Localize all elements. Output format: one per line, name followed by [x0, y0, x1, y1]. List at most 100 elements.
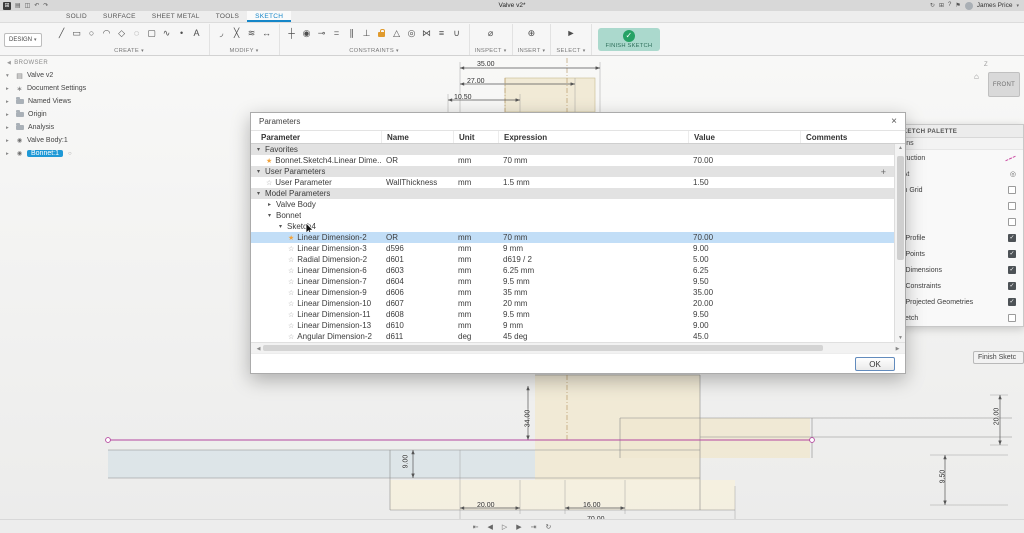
measure-icon[interactable]: ⌀ [484, 26, 498, 41]
tab-sheet-metal[interactable]: SHEET METAL [144, 11, 208, 22]
file-icon[interactable]: ▤ [15, 2, 21, 10]
ellipse-icon[interactable]: ◌ [130, 26, 144, 41]
caret-down-icon[interactable]: ▾ [6, 73, 12, 79]
design-canvas[interactable]: 35.00 27.00 10.50 34.00 9.00 20.00 16.00… [0, 56, 1024, 519]
toolbar-group-label-create[interactable]: CREATE▾ [114, 48, 144, 54]
sketch-dimension-icon[interactable]: ↔ [260, 26, 274, 41]
star-icon[interactable]: ☆ [288, 278, 294, 286]
line-icon[interactable]: ╱ [55, 26, 69, 41]
star-icon[interactable]: ☆ [288, 333, 294, 341]
horizontal-scrollbar[interactable]: ◀ ▶ [251, 342, 905, 353]
parameter-row[interactable]: ☆Linear Dimension-3d596mm9 mm9.00 [251, 243, 894, 254]
caret-right-icon[interactable]: ▸ [6, 125, 12, 131]
sketch-grid-checkbox[interactable] [1008, 186, 1016, 194]
parameter-row[interactable]: ★Linear Dimension-2ORmm70 mm70.00 [251, 232, 894, 243]
toolbar-group-label-constraints[interactable]: CONSTRAINTS▾ [349, 48, 399, 54]
slot-icon[interactable]: ▢ [145, 26, 159, 41]
show-points-checkbox[interactable]: ✓ [1008, 250, 1016, 258]
caret-right-icon[interactable]: ▸ [6, 99, 12, 105]
redo-icon[interactable]: ↷ [43, 2, 48, 10]
3d-sketch-checkbox[interactable] [1008, 314, 1016, 322]
spline-icon[interactable]: ∿ [160, 26, 174, 41]
select-cursor-icon[interactable]: ► [564, 26, 578, 41]
user-avatar[interactable] [965, 2, 973, 10]
timeline-play-icon[interactable]: ▷ [502, 523, 507, 531]
caret-down-icon[interactable]: ▾ [255, 190, 262, 197]
browser-item-named-views[interactable]: ▸Named Views [2, 95, 112, 108]
tab-solid[interactable]: SOLID [58, 11, 95, 22]
tab-tools[interactable]: TOOLS [208, 11, 247, 22]
home-icon[interactable]: ⌂ [974, 72, 979, 81]
arc-icon[interactable]: ◠ [100, 26, 114, 41]
polygon-icon[interactable]: ◇ [115, 26, 129, 41]
star-filled-icon[interactable]: ★ [266, 157, 272, 165]
viewcube-front-face[interactable]: FRONT [993, 82, 1015, 88]
dimension-label[interactable]: 20.00 [477, 502, 495, 509]
close-icon[interactable]: × [891, 116, 897, 127]
extensions-icon[interactable]: ⊞ [939, 2, 944, 9]
dimension-label[interactable]: 35.00 [477, 61, 495, 68]
toolbar-group-label-modify[interactable]: MODIFY▾ [229, 48, 258, 54]
parameter-row[interactable]: ☆Linear Dimension-10d607mm20 mm20.00 [251, 298, 894, 309]
parameter-row[interactable]: ▸Valve Body [251, 199, 894, 210]
star-icon[interactable]: ☆ [288, 256, 294, 264]
browser-item-valve-v2[interactable]: ▾▤Valve v2 [2, 69, 112, 82]
curvature-icon[interactable]: ∪ [450, 26, 464, 41]
caret-down-icon[interactable]: ▾ [266, 212, 273, 219]
horizontal-scrollbar-thumb[interactable] [263, 345, 823, 351]
timeline-skip-end-icon[interactable]: ⇥ [531, 523, 537, 531]
parameter-row[interactable]: ▾Favorites [251, 144, 894, 155]
midpoint-icon[interactable]: △ [390, 26, 404, 41]
document-title[interactable]: Valve v2* [0, 2, 1024, 9]
browser-item-valve-body-1[interactable]: ▸◉Valve Body:1 [2, 134, 112, 147]
parameter-row[interactable]: ☆Angular Dimension-2d611deg45 deg45.0 [251, 331, 894, 342]
browser-item-origin[interactable]: ▸Origin [2, 108, 112, 121]
column-name[interactable]: Name [381, 131, 453, 143]
parameter-row[interactable]: ☆Linear Dimension-13d610mm9 mm9.00 [251, 320, 894, 331]
caret-right-icon[interactable]: ▸ [6, 112, 12, 118]
parameter-row[interactable]: ▾User Parameters+ [251, 166, 894, 177]
parameter-row[interactable]: ▾Bonnet [251, 210, 894, 221]
caret-right-icon[interactable]: ▸ [6, 86, 12, 92]
parameter-row[interactable]: ▾Sketch4 [251, 221, 894, 232]
symmetry-icon[interactable]: ⋈ [420, 26, 434, 41]
dimension-label[interactable]: 10.50 [454, 94, 472, 101]
vertical-scrollbar[interactable]: ▲ ▼ [894, 144, 905, 342]
insert-icon[interactable]: ⊕ [524, 26, 538, 41]
dimension-label[interactable]: 9.00 [402, 455, 409, 469]
toolbar-group-label-inspect[interactable]: INSPECT▾ [475, 48, 507, 54]
caret-right-icon[interactable]: ▸ [6, 151, 12, 157]
parameter-row[interactable]: ☆Linear Dimension-7d604mm9.5 mm9.50 [251, 276, 894, 287]
star-filled-icon[interactable]: ★ [288, 234, 294, 242]
timeline-step-back-icon[interactable]: ◀ [487, 523, 492, 531]
show-dimensions-checkbox[interactable]: ✓ [1008, 266, 1016, 274]
column-value[interactable]: Value [688, 131, 800, 143]
text-icon[interactable]: A [190, 26, 204, 41]
snap-checkbox[interactable] [1008, 202, 1016, 210]
trim-icon[interactable]: ╳ [230, 26, 244, 41]
caret-down-icon[interactable]: ▾ [255, 168, 262, 175]
dimension-label[interactable]: 20.00 [993, 408, 1000, 426]
column-unit[interactable]: Unit [453, 131, 498, 143]
caret-down-icon[interactable]: ▾ [255, 146, 262, 153]
star-icon[interactable]: ☆ [288, 322, 294, 330]
collinear-icon[interactable]: ≡ [435, 26, 449, 41]
equal-icon[interactable]: = [330, 26, 344, 41]
notifications-icon[interactable]: ⚑ [955, 2, 960, 9]
ok-button[interactable]: OK [855, 357, 895, 371]
star-icon[interactable]: ☆ [288, 289, 294, 297]
dimension-label[interactable]: 34.00 [524, 410, 531, 428]
slice-checkbox[interactable] [1008, 218, 1016, 226]
look-at-icon[interactable]: ◎ [1010, 170, 1016, 178]
dimension-label[interactable]: 9.50 [939, 470, 946, 484]
parameter-row[interactable]: ☆Linear Dimension-9d606mm35 mm35.00 [251, 287, 894, 298]
activate-component-icon[interactable]: ○ [68, 151, 72, 157]
show-profile-checkbox[interactable]: ✓ [1008, 234, 1016, 242]
app-grid-icon[interactable]: ⊞ [3, 2, 11, 10]
toolbar-group-label-insert[interactable]: INSERT▾ [518, 48, 546, 54]
add-user-parameter-button[interactable]: + [881, 167, 886, 177]
parameter-row[interactable]: ☆User ParameterWallThicknessmm1.5 mm1.50 [251, 177, 894, 188]
star-icon[interactable]: ☆ [288, 245, 294, 253]
fix-lock-icon[interactable] [375, 26, 389, 41]
caret-down-icon[interactable]: ▾ [277, 223, 284, 230]
